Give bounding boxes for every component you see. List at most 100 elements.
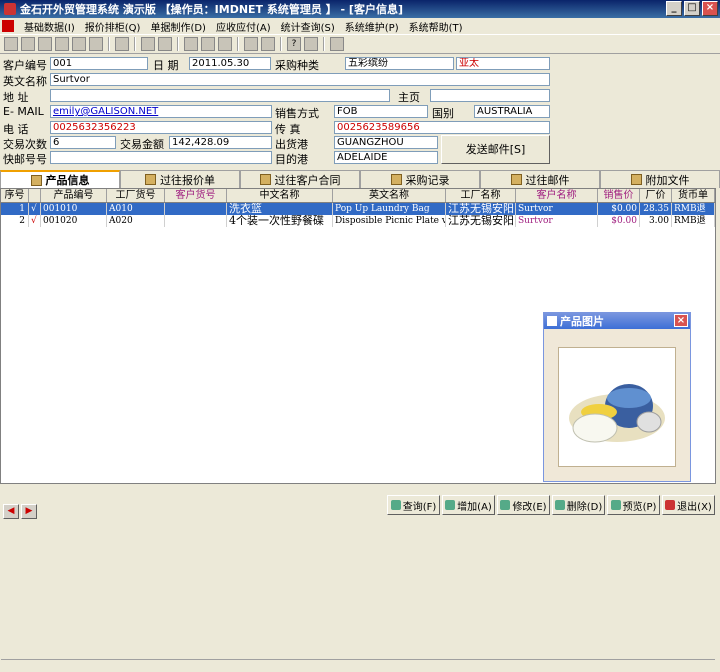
trade-amount-field[interactable]: 142,428.09: [169, 136, 272, 149]
menu-system[interactable]: 系统维护(P): [345, 19, 399, 34]
next-record-button[interactable]: ▶: [21, 503, 37, 519]
exit-button[interactable]: 退出(X): [662, 495, 715, 515]
folder-icon: [30, 174, 42, 186]
email-label: E- MAIL: [3, 105, 44, 118]
popup-title-bar: 产品图片 ×: [544, 313, 690, 329]
exit-icon: [665, 500, 676, 510]
menu-bar: 基础数据(I) 报价排柜(Q) 单据制作(D) 应收应付(A) 统计查询(S) …: [0, 18, 720, 34]
query-button[interactable]: 查询(F): [387, 495, 440, 515]
chart-icon: [547, 316, 557, 326]
tab-past-mails[interactable]: 过往邮件: [480, 170, 600, 188]
tab-attachments[interactable]: 附加文件: [600, 170, 720, 188]
header-currency[interactable]: 货币单: [672, 189, 715, 202]
product-photo: [569, 384, 665, 443]
preview-button[interactable]: 预览(P): [607, 495, 660, 515]
home-icon[interactable]: [4, 37, 18, 51]
mail-icon: [510, 174, 522, 185]
menu-basic-data[interactable]: 基础数据(I): [24, 19, 75, 34]
menu-statistics[interactable]: 统计查询(S): [281, 19, 335, 34]
document-icon[interactable]: [115, 37, 129, 51]
tab-bar: 产品信息 过往报价单 过往客户合同 采购记录 过往邮件 附加文件: [0, 170, 720, 188]
menu-receivables[interactable]: 应收应付(A): [216, 19, 271, 34]
menu-help[interactable]: 系统帮助(T): [409, 19, 463, 34]
action-buttons: 查询(F) 增加(A) 修改(E) 删除(D) 预览(P) 退出(X): [387, 495, 715, 515]
header-seq[interactable]: 序号: [1, 189, 29, 202]
network-icon[interactable]: [244, 37, 258, 51]
help-icon[interactable]: ?: [287, 37, 301, 51]
homepage-label: 主页: [398, 91, 420, 104]
box-icon[interactable]: [201, 37, 215, 51]
title-bar: 金石开外贸管理系统 演示版 【操作员：IMDNET 系统管理员 】 - [客户信…: [0, 0, 720, 18]
destination-port-label: 目的港: [275, 153, 308, 166]
package-icon[interactable]: [184, 37, 198, 51]
header-customer-no[interactable]: 客户货号: [165, 189, 227, 202]
edit-button[interactable]: 修改(E): [497, 495, 550, 515]
tools-icon[interactable]: [261, 37, 275, 51]
header-en-name[interactable]: 英文名称: [333, 189, 446, 202]
header-check[interactable]: [29, 189, 41, 202]
sales-method-label: 销售方式: [275, 107, 319, 120]
header-factory-name[interactable]: 工厂名称: [446, 189, 516, 202]
express-no-field[interactable]: [50, 151, 272, 164]
country-field[interactable]: AUSTRALIA: [474, 105, 550, 118]
date-field[interactable]: 2011.05.30: [189, 57, 271, 70]
database-icon[interactable]: [21, 37, 35, 51]
horizontal-scrollbar[interactable]: [1, 659, 715, 672]
header-product-no[interactable]: 产品编号: [41, 189, 107, 202]
tab-past-quotes[interactable]: 过往报价单: [120, 170, 240, 188]
header-cn-name[interactable]: 中文名称: [227, 189, 333, 202]
contract-icon: [259, 174, 271, 185]
date-label: 日 期: [153, 59, 179, 72]
money-icon[interactable]: [141, 37, 155, 51]
building-icon[interactable]: [72, 37, 86, 51]
fax-field[interactable]: 0025623589656: [334, 121, 550, 134]
users-icon[interactable]: [38, 37, 52, 51]
add-button[interactable]: 增加(A): [442, 495, 495, 515]
phone-field[interactable]: 0025632356223: [50, 121, 272, 134]
english-name-field[interactable]: Surtvor: [50, 73, 550, 86]
tab-past-contracts[interactable]: 过往客户合同: [240, 170, 360, 188]
maximize-button[interactable]: □: [684, 1, 700, 16]
table-row[interactable]: 2 √ 001020 A020 4个装一次性野餐碟 Disposible Pic…: [1, 215, 715, 227]
delete-icon: [554, 500, 565, 510]
departure-port-field[interactable]: GUANGZHOU: [334, 136, 438, 149]
calculator-icon[interactable]: [158, 37, 172, 51]
express-no-label: 快邮号号: [3, 153, 47, 166]
purchase-type-field[interactable]: 五彩缤纷: [345, 57, 454, 70]
header-customer-name[interactable]: 客户名称: [516, 189, 598, 202]
tab-product-info[interactable]: 产品信息: [0, 170, 120, 188]
tab-purchase-records[interactable]: 采购记录: [360, 170, 480, 188]
monitor-icon[interactable]: [218, 37, 232, 51]
header-factory-no[interactable]: 工厂货号: [107, 189, 165, 202]
trade-count-label: 交易次数: [3, 138, 47, 151]
menu-quote[interactable]: 报价排柜(Q): [85, 19, 141, 34]
trade-count-field[interactable]: 6: [50, 136, 116, 149]
settings-icon[interactable]: [304, 37, 318, 51]
send-mail-button[interactable]: 发送邮件[S]: [441, 135, 550, 164]
app-icon: [4, 3, 16, 15]
header-factory-price[interactable]: 厂价: [640, 189, 672, 202]
popup-close-button[interactable]: ×: [674, 314, 688, 327]
minimize-button[interactable]: _: [666, 1, 682, 16]
trade-amount-label: 交易金额: [120, 138, 164, 151]
grid-header: 序号 产品编号 工厂货号 客户货号 中文名称 英文名称 工厂名称 客户名称 销售…: [1, 189, 715, 203]
customer-no-field[interactable]: 001: [50, 57, 148, 70]
previous-record-button[interactable]: ◀: [3, 503, 19, 519]
address-field[interactable]: [50, 89, 390, 102]
header-price[interactable]: 销售价: [598, 189, 640, 202]
search-icon: [390, 500, 401, 510]
image-icon[interactable]: [55, 37, 69, 51]
briefcase-icon[interactable]: [89, 37, 103, 51]
email-field[interactable]: emily@GALISON.NET: [50, 105, 272, 118]
menu-documents[interactable]: 单据制作(D): [150, 19, 206, 34]
exit-icon[interactable]: [330, 37, 344, 51]
destination-port-field[interactable]: ADELAIDE: [334, 151, 438, 164]
delete-button[interactable]: 删除(D): [552, 495, 605, 515]
departure-port-label: 出货港: [275, 138, 308, 151]
window-title: 金石开外贸管理系统 演示版 【操作员：IMDNET 系统管理员 】 - [客户信…: [20, 3, 403, 16]
region-field[interactable]: 亚太: [456, 57, 550, 70]
table-row[interactable]: 1 √ 001010 A010 洗衣篮 Pop Up Laundry Bag 江…: [1, 203, 715, 215]
close-button[interactable]: ×: [702, 1, 718, 16]
sales-method-field[interactable]: FOB: [334, 105, 428, 118]
homepage-field[interactable]: [430, 89, 550, 102]
